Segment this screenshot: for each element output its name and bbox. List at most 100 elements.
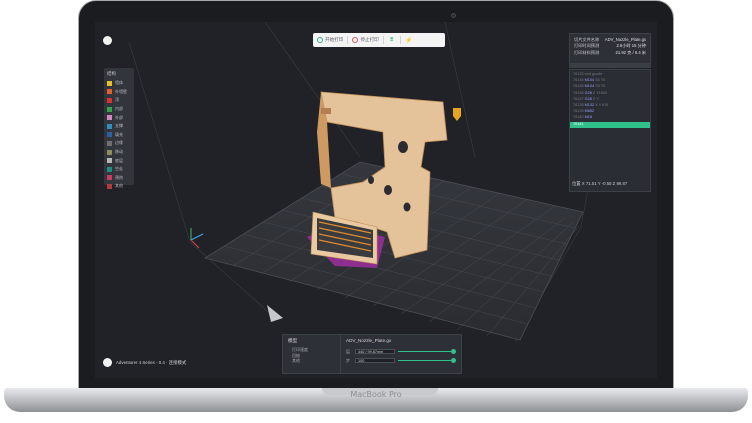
legend-swatch	[107, 149, 112, 155]
gcode-command: M652	[584, 109, 595, 114]
stop-icon	[352, 37, 359, 43]
view-options: 模型 打印速度 回抽 其他	[283, 335, 341, 373]
legend-swatch	[107, 115, 112, 121]
print-info-panel: 切片文件名称 ADV_Nozzle_Plate.gx 打印时间预测 2.6小时 15 …	[569, 33, 651, 64]
legend-label: 外部	[115, 114, 123, 120]
slider-value-input[interactable]: 100	[355, 357, 395, 364]
gcode-line-number: 76141	[573, 121, 584, 126]
legend-label: 支撑	[115, 123, 123, 129]
legend-item[interactable]: 墙体	[107, 79, 131, 88]
legend-label: 填充	[115, 131, 123, 137]
legend-swatch	[107, 158, 112, 164]
gcode-line-number: 76137	[573, 96, 584, 101]
gcode-line-number: 76138	[573, 102, 584, 107]
gcode-line-number: 76134	[573, 78, 584, 83]
slice-button[interactable]: ⩩	[384, 33, 400, 47]
file-name: ADV_Nozzle_Plate.gx	[346, 338, 392, 343]
legend-label: 空走	[115, 166, 123, 172]
slider-fill	[398, 350, 451, 353]
legend-label: 底层	[115, 157, 123, 163]
gcode-command: M104	[584, 84, 595, 89]
slider-handle[interactable]	[451, 358, 456, 363]
legend-swatch	[107, 166, 112, 172]
slider-row: 层 440 / 99.87mm	[346, 347, 456, 356]
slider-track[interactable]	[398, 359, 451, 362]
export-button[interactable]: ⚡	[401, 33, 417, 47]
gcode-command: M18	[584, 115, 593, 120]
legend-swatch	[107, 183, 112, 189]
top-toolbar: 开始打印 停止打印 ⩩ ⚡	[313, 33, 445, 47]
info-value: 21.92 克 / 6.4 米	[615, 49, 647, 55]
legend-item[interactable]: 填充	[107, 131, 131, 140]
slider-label: 步	[346, 357, 350, 363]
legend-swatch	[107, 80, 112, 86]
legend-item[interactable]: 空走	[107, 165, 131, 174]
gcode-args: Z Y1000	[592, 90, 608, 95]
legend-swatch	[107, 106, 112, 112]
legend-item[interactable]: 其他	[107, 182, 131, 191]
print-icon	[317, 37, 323, 43]
slider-value-input[interactable]: 440 / 99.87mm	[355, 348, 395, 355]
legend-swatch	[107, 89, 112, 95]
position-readout: 位置 X 71.51 Y -0.58 Z 99.87	[572, 181, 628, 186]
legend-label: 顶	[115, 97, 119, 103]
gcode-args: end gcode	[584, 72, 603, 76]
legend-item[interactable]: 内部	[107, 105, 131, 114]
legend-swatch	[107, 175, 112, 181]
legend-item[interactable]: 预热	[107, 174, 131, 183]
legend-title: 结构	[107, 71, 116, 76]
legend-swatch	[107, 132, 112, 138]
lightning-icon: ⚡	[405, 37, 413, 44]
legend-label: 边缘	[115, 140, 123, 146]
legend-label: 移动	[115, 149, 123, 155]
gcode-command: G28	[584, 90, 592, 95]
gcode-panel[interactable]: 76133 end gcode 76134 M104 S0 T0 76135 M10…	[569, 69, 651, 192]
legend-item[interactable]: 边缘	[107, 139, 131, 148]
printer-icon[interactable]	[103, 358, 112, 367]
slider-row: 步 100	[346, 356, 456, 365]
info-row: 打印材料预测 21.92 克 / 6.4 米	[574, 50, 646, 56]
slider-handle[interactable]	[451, 349, 456, 354]
legend-item[interactable]: 外部	[107, 113, 131, 122]
gcode-command: M104	[584, 78, 595, 83]
gcode-args: S0 T0	[595, 84, 606, 89]
slider-label: 层	[346, 348, 350, 354]
gcode-line-number: 76135	[573, 84, 584, 89]
preview-control-panel: 模型 打印速度 回抽 其他 ADV_Nozzle_Plate.gx 层 440 / 9…	[282, 334, 462, 374]
start-print-button[interactable]: 开始打印	[313, 33, 347, 47]
legend-item[interactable]: 顶	[107, 96, 131, 105]
gcode-args: S0 T0	[595, 78, 606, 83]
home-marker	[267, 305, 283, 322]
device-label: Adventurer 4 Series - 0.4 · 连接模式	[116, 359, 187, 365]
stop-print-button[interactable]: 停止打印	[348, 33, 382, 47]
info-key: 打印材料预测	[574, 49, 600, 55]
gcode-line-number: 76139	[573, 109, 584, 114]
legend-item[interactable]: 移动	[107, 148, 131, 157]
device-status: Adventurer 4 Series - 0.4 · 连接模式	[103, 358, 186, 367]
legend-swatch	[107, 140, 112, 146]
slider-fill	[398, 359, 451, 362]
nozzle-marker	[453, 108, 461, 121]
gcode-line[interactable]: 76141	[570, 121, 650, 128]
gcode-command: G28	[584, 96, 592, 101]
gcode-command: M132	[584, 102, 595, 107]
slider-track[interactable]	[398, 350, 451, 353]
laptop-brand: MacBook Pro	[350, 390, 402, 399]
gcode-line-number: 76136	[573, 90, 584, 95]
gcode-line-number: 76140	[573, 115, 584, 120]
legend-item[interactable]: 底层	[107, 156, 131, 165]
gcode-line-number: 76133	[573, 72, 584, 76]
gcode-args: X Y A B	[595, 102, 608, 107]
legend-item[interactable]: 支撑	[107, 122, 131, 131]
legend-label: 墙体	[115, 80, 123, 86]
menu-button[interactable]	[103, 36, 112, 45]
legend-item[interactable]: 外墙壁	[107, 88, 131, 97]
view-options-title: 模型	[288, 338, 298, 343]
legend-label: 其他	[115, 183, 123, 189]
layers-icon: ⩩	[390, 36, 394, 43]
view-option[interactable]: 其他	[288, 358, 335, 364]
legend-label: 外墙壁	[115, 88, 127, 94]
info-panel-collapse-handle[interactable]	[569, 64, 651, 68]
structure-legend: 结构 墙体外墙壁顶内部 外部支撑填充边缘移动底层空走预热 其他	[104, 68, 134, 189]
camera-icon	[451, 13, 456, 18]
